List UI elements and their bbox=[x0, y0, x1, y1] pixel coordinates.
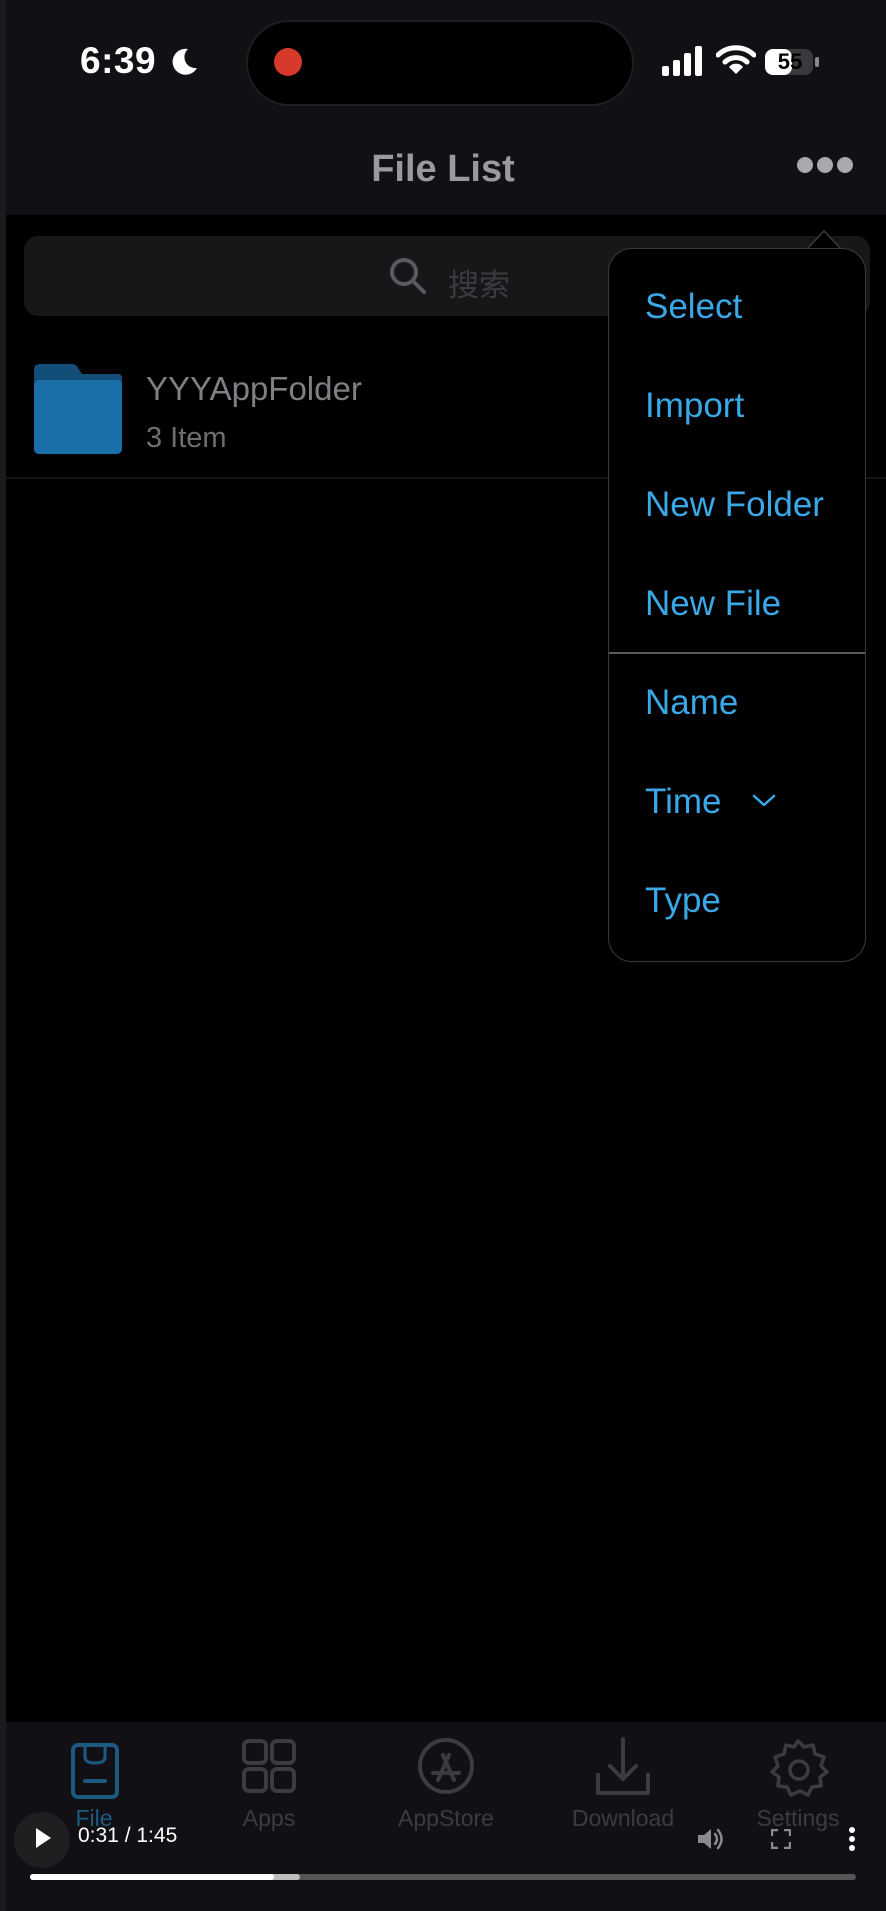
video-time: 0:31 / 1:45 bbox=[78, 1824, 178, 1847]
folder-name: YYYAppFolder bbox=[146, 370, 362, 407]
dynamic-island bbox=[246, 20, 634, 106]
battery-level: 55 bbox=[777, 49, 803, 74]
moon-icon bbox=[172, 48, 197, 75]
page-title: File List bbox=[371, 148, 515, 190]
tab-download[interactable]: Download bbox=[553, 1735, 693, 1845]
tab-label: AppStore bbox=[398, 1805, 494, 1831]
wifi-icon bbox=[716, 45, 756, 74]
fullscreen-icon[interactable] bbox=[771, 1829, 791, 1849]
chevron-down-icon bbox=[752, 794, 776, 807]
download-icon bbox=[596, 1737, 650, 1795]
menu-item-sort-type[interactable]: Type bbox=[645, 881, 721, 921]
file-bag-icon bbox=[71, 1743, 119, 1799]
ellipsis-icon[interactable] bbox=[796, 152, 854, 178]
volume-icon[interactable] bbox=[696, 1826, 726, 1852]
apps-grid-icon bbox=[242, 1739, 296, 1793]
cellular-signal-icon bbox=[662, 46, 702, 76]
status-time: 6:39 bbox=[80, 40, 157, 81]
video-progress-fill bbox=[30, 1874, 274, 1880]
folder-item-count: 3 Item bbox=[146, 422, 227, 454]
menu-item-import[interactable]: Import bbox=[645, 386, 744, 426]
window-edge bbox=[0, 0, 6, 1911]
menu-item-select[interactable]: Select bbox=[645, 287, 742, 327]
menu-divider bbox=[609, 652, 865, 654]
search-icon bbox=[390, 258, 426, 294]
recording-indicator bbox=[274, 48, 302, 76]
search-placeholder: 搜索 bbox=[448, 268, 510, 303]
more-vertical-icon[interactable] bbox=[846, 1826, 858, 1852]
appstore-icon bbox=[418, 1738, 474, 1794]
tab-label: Apps bbox=[242, 1805, 296, 1831]
play-icon bbox=[36, 1828, 51, 1848]
tab-apps[interactable]: Apps bbox=[199, 1735, 339, 1845]
menu-item-sort-time[interactable]: Time bbox=[645, 782, 721, 822]
tab-appstore[interactable]: AppStore bbox=[376, 1735, 516, 1845]
gear-icon bbox=[770, 1739, 829, 1797]
menu-item-new-file[interactable]: New File bbox=[645, 584, 781, 624]
menu-item-sort-name[interactable]: Name bbox=[645, 683, 738, 723]
folder-icon bbox=[34, 364, 122, 454]
tab-label: Download bbox=[571, 1805, 675, 1831]
menu-item-new-folder[interactable]: New Folder bbox=[645, 485, 824, 525]
